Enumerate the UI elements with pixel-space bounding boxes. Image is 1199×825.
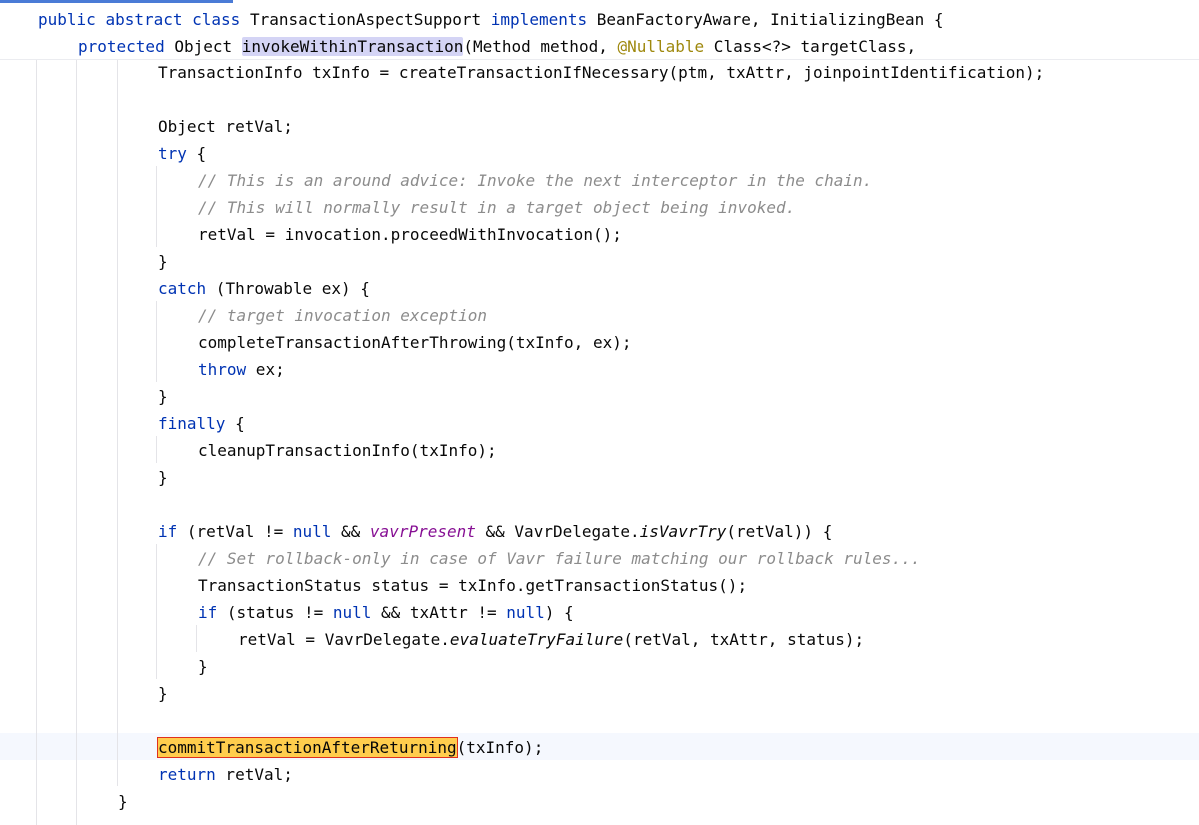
keyword: if <box>158 522 178 541</box>
code-line[interactable]: throw ex; <box>198 356 285 383</box>
code-text: (retVal != <box>177 522 293 541</box>
keyword: abstract <box>105 10 183 29</box>
code-line[interactable]: finally { <box>158 410 245 437</box>
keyword: null <box>332 603 372 622</box>
code-text: retVal; <box>215 765 293 784</box>
code-line[interactable]: retVal = VavrDelegate.evaluateTryFailure… <box>238 626 864 653</box>
code-text: (retVal, txAttr, status); <box>623 630 865 649</box>
static-method-call[interactable]: evaluateTryFailure <box>450 630 623 649</box>
code-line[interactable]: } <box>158 680 168 707</box>
code-comment[interactable]: // target invocation exception <box>198 302 487 329</box>
keyword: try <box>158 144 187 163</box>
code-line[interactable]: catch (Throwable ex) { <box>158 275 370 302</box>
keyword: catch <box>158 279 207 298</box>
indent-guide <box>156 544 157 679</box>
code-line-class-declaration[interactable]: public abstract class TransactionAspectS… <box>38 6 944 33</box>
search-match-highlight[interactable]: commitTransactionAfterReturning <box>157 737 458 758</box>
code-text: (retVal)) { <box>726 522 833 541</box>
params-text: (Method method, <box>463 37 618 56</box>
keyword: null <box>506 603 545 622</box>
keyword: null <box>292 522 332 541</box>
code-line[interactable]: cleanupTransactionInfo(txInfo); <box>198 437 497 464</box>
indent-guide <box>156 436 157 463</box>
code-line[interactable]: } <box>118 788 128 815</box>
indent-guide <box>156 301 157 382</box>
interface-list: BeanFactoryAware, InitializingBean { <box>596 10 944 29</box>
code-line-current[interactable]: commitTransactionAfterReturning(txInfo); <box>157 734 544 761</box>
code-line[interactable]: completeTransactionAfterThrowing(txInfo,… <box>198 329 631 356</box>
keyword: implements <box>490 10 588 29</box>
code-text: && VavrDelegate. <box>475 522 640 541</box>
keyword: return <box>158 765 216 784</box>
indent-guide <box>36 59 37 825</box>
code-text: && txAttr != <box>371 603 507 622</box>
code-comment[interactable]: // Set rollback-only in case of Vavr fai… <box>198 545 920 572</box>
code-line[interactable]: return retVal; <box>158 761 293 788</box>
sticky-lines-header: public abstract class TransactionAspectS… <box>0 5 1199 60</box>
code-text: ) { <box>544 603 574 622</box>
code-line[interactable]: } <box>158 383 168 410</box>
code-line[interactable]: if (retVal != null && vavrPresent && Vav… <box>158 518 832 545</box>
code-line[interactable]: } <box>158 464 168 491</box>
code-text: { <box>225 414 245 433</box>
code-line[interactable]: try { <box>158 140 206 167</box>
editor-progress-indicator <box>0 0 233 3</box>
code-line[interactable]: retVal = invocation.proceedWithInvocatio… <box>198 221 622 248</box>
code-text: (txInfo); <box>456 738 544 757</box>
class-name[interactable]: TransactionAspectSupport <box>250 10 481 29</box>
static-method-call[interactable]: isVavrTry <box>640 522 727 541</box>
static-field[interactable]: vavrPresent <box>370 522 476 541</box>
code-line[interactable]: if (status != null && txAttr != null) { <box>198 599 574 626</box>
keyword: throw <box>198 360 247 379</box>
code-line[interactable]: } <box>158 248 168 275</box>
code-line[interactable]: Object retVal; <box>158 113 293 140</box>
keyword: protected <box>78 37 165 56</box>
code-text: && <box>331 522 370 541</box>
return-type: Object <box>174 37 233 56</box>
code-comment[interactable]: // This is an around advice: Invoke the … <box>198 167 872 194</box>
indent-guide <box>76 59 77 825</box>
code-text: retVal = VavrDelegate. <box>238 630 450 649</box>
code-text: ex; <box>246 360 285 379</box>
annotation: @Nullable <box>617 37 705 56</box>
keyword: finally <box>158 414 226 433</box>
code-text: (Throwable ex) { <box>206 279 370 298</box>
method-name-usage-highlight[interactable]: invokeWithinTransaction <box>241 37 464 56</box>
indent-guide <box>196 625 197 652</box>
code-text: (status != <box>217 603 333 622</box>
params-text: Class<?> targetClass, <box>704 37 917 56</box>
code-text: { <box>186 144 207 163</box>
code-comment[interactable]: // This will normally result in a target… <box>198 194 795 221</box>
keyword: public <box>38 10 96 29</box>
code-line[interactable]: } <box>198 653 208 680</box>
indent-guide <box>117 59 118 786</box>
indent-guide <box>156 166 157 247</box>
keyword: class <box>192 10 241 29</box>
code-line[interactable]: TransactionStatus status = txInfo.getTra… <box>198 572 747 599</box>
code-line[interactable]: TransactionInfo txInfo = createTransacti… <box>158 59 1044 86</box>
code-line-method-declaration[interactable]: protected Object invokeWithinTransaction… <box>78 33 916 60</box>
keyword: if <box>198 603 218 622</box>
